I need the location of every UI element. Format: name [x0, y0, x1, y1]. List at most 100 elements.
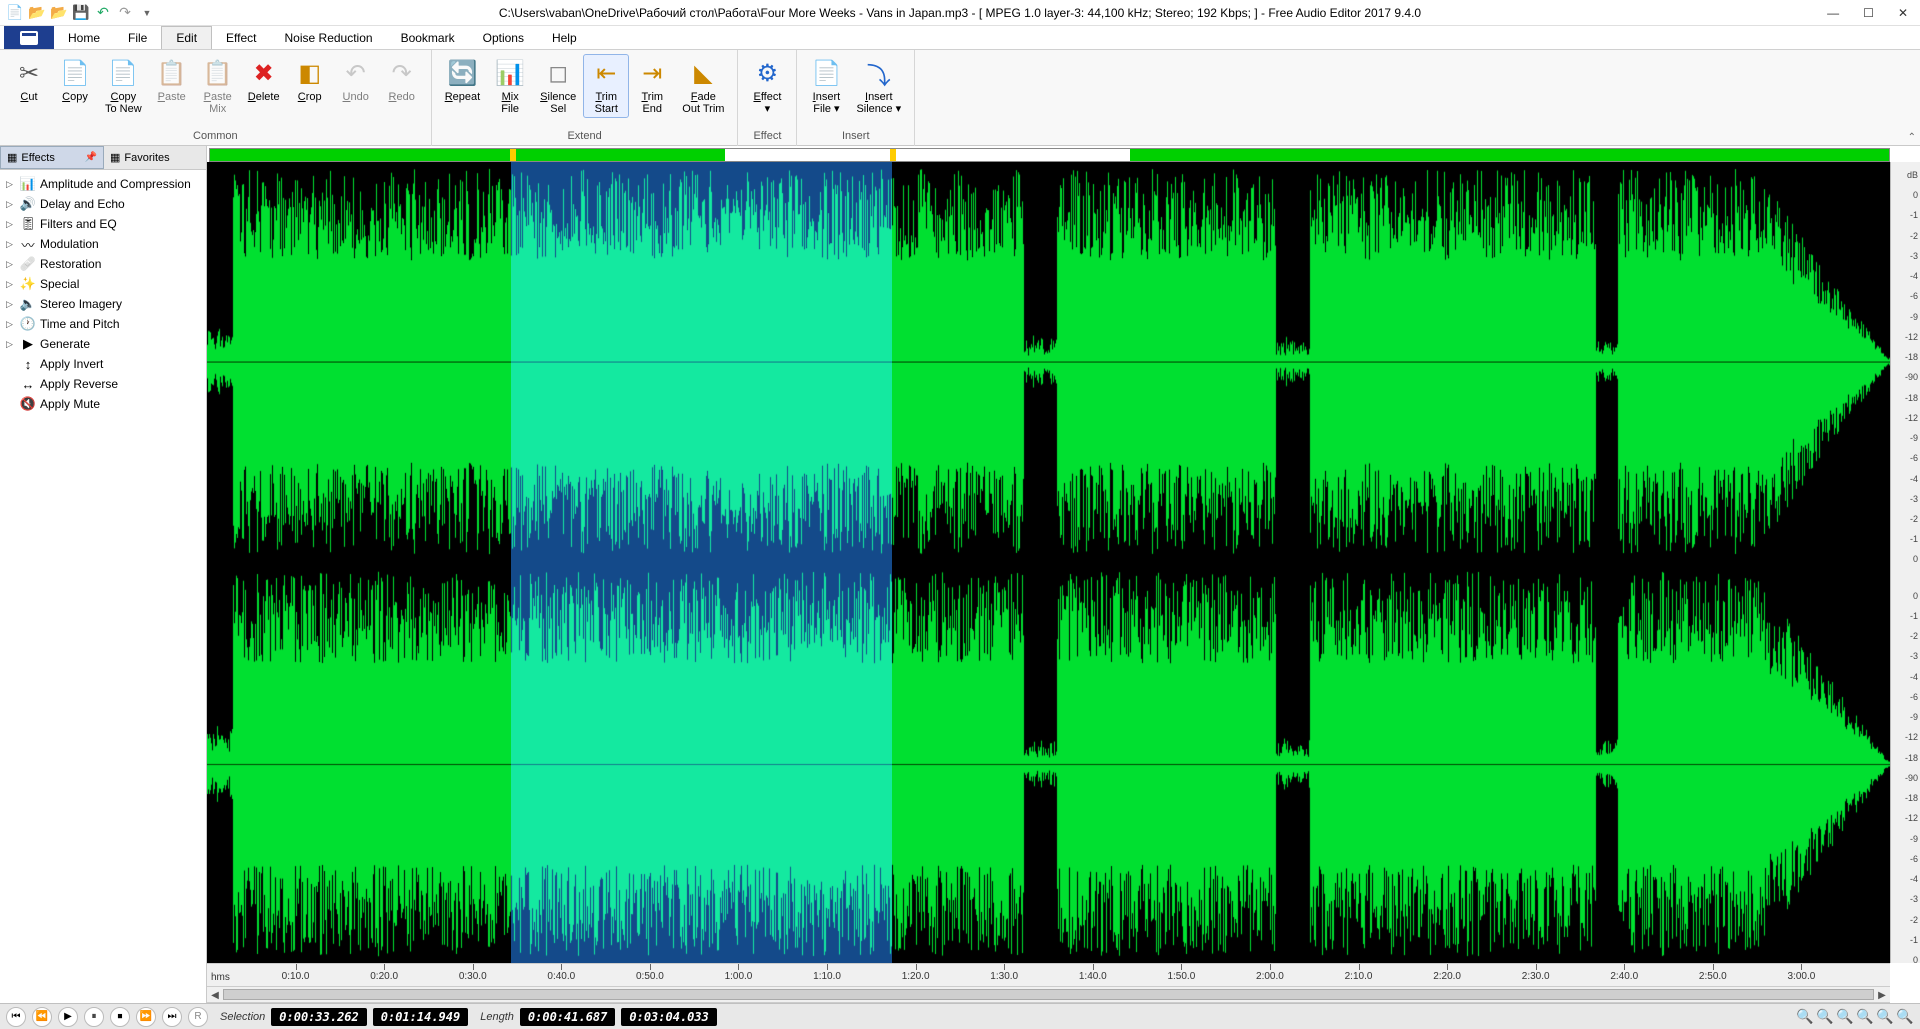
qat-new-icon[interactable]: 📄: [6, 4, 24, 22]
tree-item-amplitude-and-compression[interactable]: ▷📊Amplitude and Compression: [0, 174, 206, 194]
tree-item-apply-reverse[interactable]: ↔Apply Reverse: [0, 374, 206, 394]
scrollbar-thumb[interactable]: [223, 989, 1874, 1000]
fade-out-trim-button[interactable]: ◣FadeOut Trim: [675, 54, 731, 118]
tree-item-restoration[interactable]: ▷🩹Restoration: [0, 254, 206, 274]
undo-label: Undo: [343, 91, 369, 103]
menu-item-noise-reduction[interactable]: Noise Reduction: [271, 26, 387, 49]
delete-label: Delete: [248, 91, 280, 103]
redo-button: ↷Redo: [379, 54, 425, 106]
effects-tree[interactable]: ▷📊Amplitude and Compression▷🔊Delay and E…: [0, 170, 206, 1003]
transport-forward-button[interactable]: ⏩: [136, 1007, 156, 1027]
repeat-icon: 🔄: [446, 57, 478, 89]
transport-pause-button[interactable]: ⏸: [84, 1007, 104, 1027]
tree-item-special[interactable]: ▷✨Special: [0, 274, 206, 294]
paste-label: Paste: [158, 91, 186, 103]
effect-icon: ⚙: [751, 57, 783, 89]
maximize-button[interactable]: ☐: [1863, 6, 1874, 20]
transport-play-button[interactable]: ▶: [58, 1007, 78, 1027]
ribbon-group-extend: Extend: [432, 130, 738, 146]
silence-sel-label: SilenceSel: [540, 91, 576, 115]
scroll-left-icon[interactable]: ◀: [207, 987, 223, 1003]
qat-open-icon[interactable]: 📂: [28, 4, 46, 22]
qat-dropdown-icon[interactable]: ▼: [138, 4, 156, 22]
mix-file-button[interactable]: 📊MixFile: [487, 54, 533, 118]
menu-item-help[interactable]: Help: [538, 26, 591, 49]
selection-start-time: 0:00:33.262: [271, 1008, 366, 1026]
tree-item-modulation[interactable]: ▷〰Modulation: [0, 234, 206, 254]
tree-item-stereo-imagery[interactable]: ▷🔈Stereo Imagery: [0, 294, 206, 314]
effects-sidebar: ▦Effects📌▦Favorites ▷📊Amplitude and Comp…: [0, 146, 207, 1003]
window-title: C:\Users\vaban\OneDrive\Рабочий стол\Раб…: [0, 6, 1920, 20]
ribbon-collapse-icon[interactable]: ⌃: [1908, 132, 1916, 143]
status-bar: ⏮ ⏪ ▶ ⏸ ⏹ ⏩ ⏭ R Selection 0:00:33.262 0:…: [0, 1003, 1920, 1029]
insert-silence-icon: ⤵: [863, 57, 895, 89]
silence-sel-button[interactable]: ◻SilenceSel: [533, 54, 583, 118]
minimize-button[interactable]: —: [1827, 6, 1839, 20]
effect-button[interactable]: ⚙Effect▾: [744, 54, 790, 118]
redo-icon: ↷: [386, 57, 418, 89]
insert-silence-label: InsertSilence ▾: [856, 91, 901, 115]
transport-stop-button[interactable]: ⏹: [110, 1007, 130, 1027]
tree-item-apply-mute[interactable]: 🔇Apply Mute: [0, 394, 206, 414]
sidebar-tab-effects[interactable]: ▦Effects📌: [0, 146, 104, 169]
zoom-in-v-icon[interactable]: 🔍: [1876, 1008, 1894, 1026]
copy-button[interactable]: 📄Copy: [52, 54, 98, 106]
sidebar-tab-favorites[interactable]: ▦Favorites: [104, 146, 206, 169]
cut-button[interactable]: ✂Cut: [6, 54, 52, 106]
trim-end-button[interactable]: ⇥TrimEnd: [629, 54, 675, 118]
undo-icon: ↶: [340, 57, 372, 89]
ribbon-group-effect: Effect: [738, 130, 796, 146]
mix-file-icon: 📊: [494, 57, 526, 89]
cut-label: Cut: [20, 91, 37, 103]
tree-item-filters-and-eq[interactable]: ▷🎚Filters and EQ: [0, 214, 206, 234]
tree-item-generate[interactable]: ▷▶Generate: [0, 334, 206, 354]
trim-start-label: TrimStart: [595, 91, 618, 115]
tree-item-apply-invert[interactable]: ↕Apply Invert: [0, 354, 206, 374]
crop-button[interactable]: ◧Crop: [287, 54, 333, 106]
crop-icon: ◧: [294, 57, 326, 89]
qat-undo-icon[interactable]: ↶: [94, 4, 112, 22]
waveform-editor: dB0-1-2-3-4-6-9-12-18-90-18-12-9-6-4-3-2…: [207, 146, 1920, 1003]
trim-start-button[interactable]: ⇤TrimStart: [583, 54, 629, 118]
insert-file-icon: 📄: [810, 57, 842, 89]
qat-save-icon[interactable]: 💾: [72, 4, 90, 22]
scroll-right-icon[interactable]: ▶: [1874, 987, 1890, 1003]
transport-forward-end-button[interactable]: ⏭: [162, 1007, 182, 1027]
menu-item-file[interactable]: File: [114, 26, 161, 49]
tree-item-time-and-pitch[interactable]: ▷🕐Time and Pitch: [0, 314, 206, 334]
copy-to-new-button[interactable]: 📄CopyTo New: [98, 54, 149, 118]
menu-item-edit[interactable]: Edit: [161, 26, 212, 49]
menu-item-effect[interactable]: Effect: [212, 26, 270, 49]
overview-bar[interactable]: [209, 148, 1890, 162]
horizontal-scrollbar[interactable]: ◀ ▶: [207, 987, 1890, 1003]
zoom-out-h-icon[interactable]: 🔍: [1816, 1008, 1834, 1026]
menu-bar: HomeFileEditEffectNoise ReductionBookmar…: [0, 26, 1920, 50]
transport-rewind-button[interactable]: ⏪: [32, 1007, 52, 1027]
zoom-fit-icon[interactable]: 🔍: [1836, 1008, 1854, 1026]
menu-item-bookmark[interactable]: Bookmark: [387, 26, 469, 49]
delete-button[interactable]: ✖Delete: [241, 54, 287, 106]
repeat-button[interactable]: 🔄Repeat: [438, 54, 487, 106]
trim-end-icon: ⇥: [636, 57, 668, 89]
waveform-channel-right[interactable]: [207, 565, 1890, 964]
close-button[interactable]: ✕: [1898, 6, 1908, 20]
insert-silence-button[interactable]: ⤵InsertSilence ▾: [849, 54, 908, 118]
zoom-selection-icon[interactable]: 🔍: [1856, 1008, 1874, 1026]
total-time: 0:03:04.033: [621, 1008, 716, 1026]
zoom-in-h-icon[interactable]: 🔍: [1796, 1008, 1814, 1026]
transport-rewind-start-button[interactable]: ⏮: [6, 1007, 26, 1027]
waveform-channel-left[interactable]: [207, 162, 1890, 561]
tree-item-delay-and-echo[interactable]: ▷🔊Delay and Echo: [0, 194, 206, 214]
transport-record-button[interactable]: R: [188, 1007, 208, 1027]
trim-start-icon: ⇤: [590, 57, 622, 89]
copy-to-new-icon: 📄: [107, 57, 139, 89]
selection-region[interactable]: [511, 162, 892, 963]
insert-file-button[interactable]: 📄InsertFile ▾: [803, 54, 849, 118]
menu-item-options[interactable]: Options: [469, 26, 538, 49]
zoom-out-v-icon[interactable]: 🔍: [1896, 1008, 1914, 1026]
menu-item-home[interactable]: Home: [54, 26, 114, 49]
time-ruler[interactable]: hms 0:10.00:20.00:30.00:40.00:50.01:00.0…: [207, 963, 1890, 987]
file-menu-button[interactable]: [4, 26, 54, 49]
qat-open2-icon[interactable]: 📂: [50, 4, 68, 22]
qat-redo-icon[interactable]: ↷: [116, 4, 134, 22]
